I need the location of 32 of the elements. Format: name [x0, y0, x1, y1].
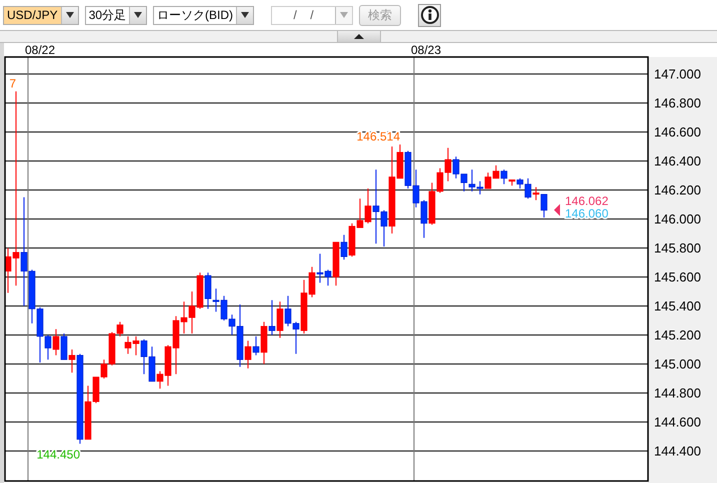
- price-label: 146.062: [565, 194, 608, 208]
- date-label: 08/22: [25, 43, 56, 57]
- axis-label: 145.400: [654, 298, 701, 314]
- axis-label: 146.600: [654, 124, 701, 140]
- axis-label: 146.000: [654, 211, 701, 226]
- axis-label: 144.600: [654, 414, 701, 430]
- info-button[interactable]: [418, 4, 442, 26]
- price-label: 7: [9, 76, 16, 90]
- collapse-up-icon: [354, 34, 364, 39]
- price-label: 146.060: [565, 206, 608, 220]
- axis-label: 145.200: [654, 327, 701, 342]
- axis-label: 144.800: [654, 385, 701, 400]
- dropdown-arrow-icon: [340, 12, 348, 18]
- price-label: 146.514: [356, 129, 400, 144]
- axis-label: 147.000: [654, 66, 701, 82]
- dropdown-arrow-icon: [241, 12, 250, 18]
- collapse-button[interactable]: [336, 31, 380, 42]
- price-label: 144.450: [36, 448, 80, 462]
- axis-label: 145.600: [654, 269, 701, 284]
- dropdown[interactable]: USD/JPY: [3, 6, 79, 24]
- axis-label: 146.200: [654, 182, 701, 198]
- dropdown[interactable]: 30分足: [84, 6, 148, 24]
- axis-label: 146.400: [654, 153, 701, 168]
- info-icon: [420, 6, 439, 24]
- axis-label: 145.000: [654, 356, 701, 372]
- axis-label: 145.800: [654, 240, 701, 256]
- dropdown-arrow-icon: [134, 12, 142, 18]
- axis-label: 146.800: [654, 95, 701, 110]
- dropdown[interactable]: ローソク(BID): [153, 6, 254, 24]
- axis-label: 144.400: [654, 443, 701, 458]
- dropdown-arrow-icon: [66, 12, 74, 18]
- date-label: 08/23: [411, 43, 442, 57]
